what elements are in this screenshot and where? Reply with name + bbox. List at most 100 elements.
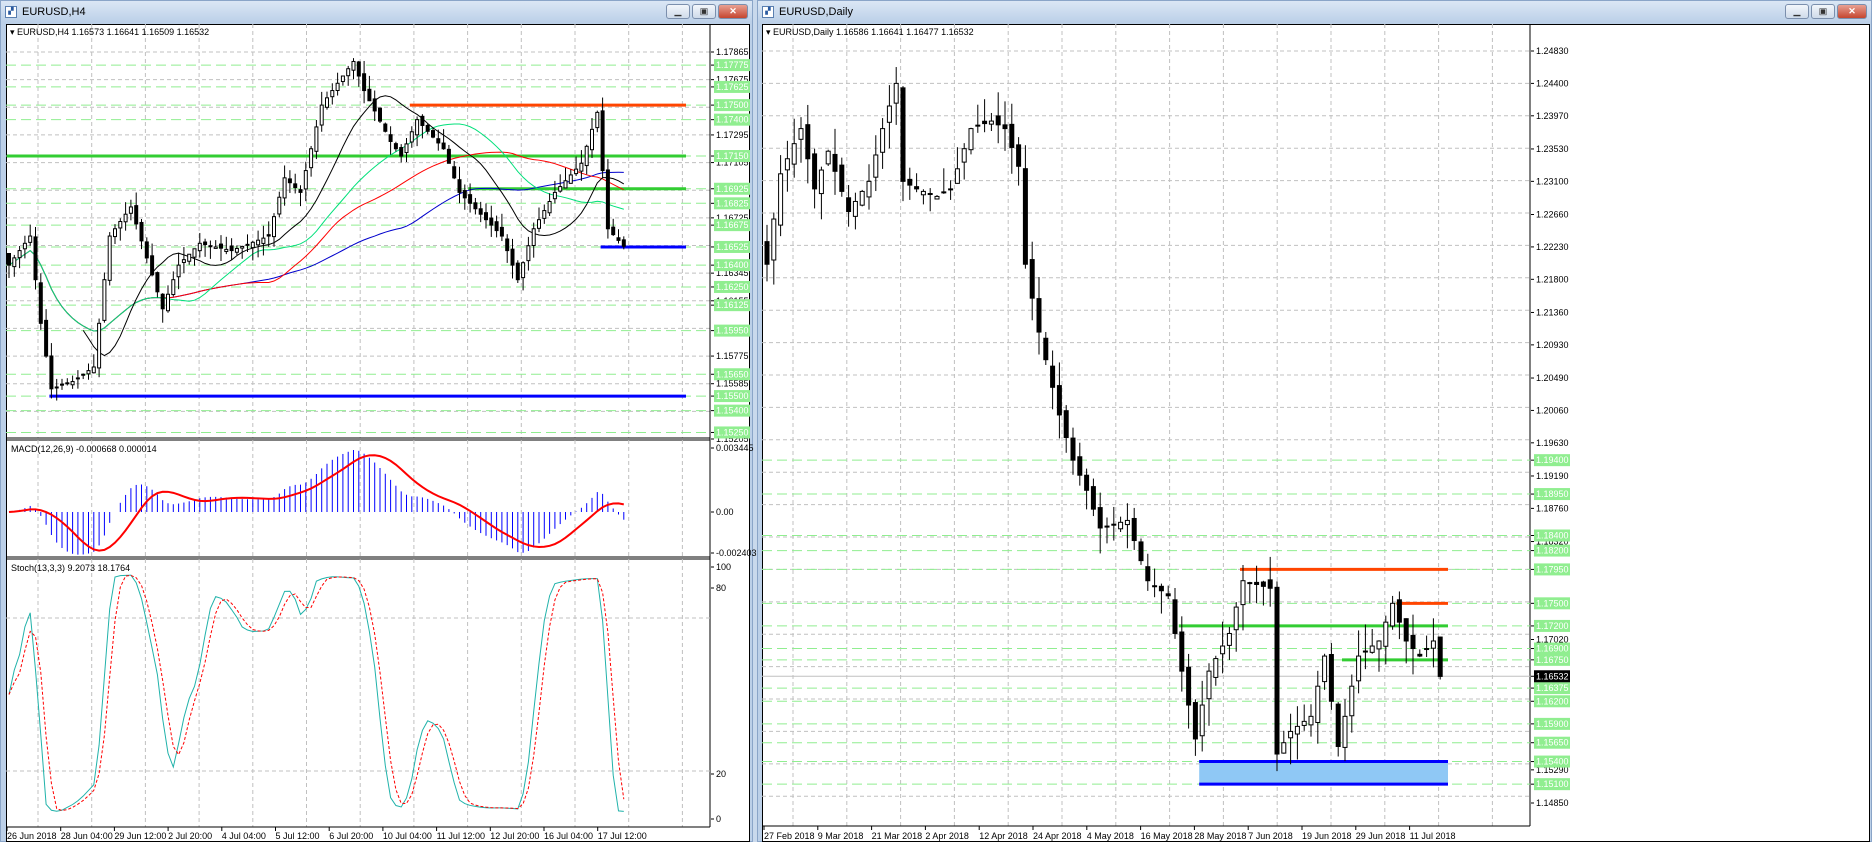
- h4-candle: [197, 242, 202, 252]
- h4-ohlc-text: EURUSD,H4 1.16573 1.16641 1.16509 1.1653…: [17, 27, 210, 37]
- h4-candle: [452, 166, 457, 179]
- level-label: 1.16125: [716, 300, 749, 310]
- h4-candle: [346, 68, 351, 77]
- daily-candle: [1240, 580, 1246, 606]
- h4-candle: [319, 104, 324, 126]
- macd-header: MACD(12,26,9) -0.000668 0.000014: [11, 444, 157, 454]
- price-label: 1.23100: [1536, 176, 1569, 186]
- h4-candle: [17, 250, 22, 259]
- h4-candle: [245, 243, 250, 246]
- daily-candle: [968, 128, 974, 151]
- h4-candle: [621, 239, 626, 247]
- time-label: 9 Mar 2018: [818, 831, 864, 841]
- stoch-axis-label: 80: [716, 583, 726, 593]
- daily-candle: [1322, 655, 1328, 683]
- level-label: 1.16900: [1536, 644, 1569, 654]
- h4-candle: [181, 259, 186, 263]
- h4-candle: [372, 98, 377, 112]
- time-label: 2 Jul 20:00: [168, 831, 212, 841]
- time-label: 27 Feb 2018: [764, 831, 815, 841]
- daily-candle: [914, 186, 920, 190]
- level-label: 1.15650: [716, 369, 749, 379]
- daily-candle: [1288, 730, 1294, 739]
- daily-candle: [832, 153, 838, 172]
- h4-candle: [558, 186, 563, 192]
- stoch-axis-label: 100: [716, 562, 731, 572]
- h4-candle: [351, 60, 356, 71]
- h4-candle: [579, 162, 584, 172]
- stoch-main-line: [8, 574, 624, 812]
- daily-ohlc-header: ▾ EURUSD,Daily 1.16586 1.16641 1.16477 1…: [766, 27, 974, 37]
- time-label: 29 Jun 12:00: [114, 831, 166, 841]
- h4-candle: [176, 264, 181, 278]
- level-label: 1.18400: [1536, 531, 1569, 541]
- h4-candle: [256, 239, 261, 246]
- daily-candle: [1056, 385, 1062, 416]
- h4-candle: [521, 262, 526, 279]
- time-label: 11 Jul 12:00: [437, 831, 485, 841]
- daily-candle: [961, 148, 967, 163]
- daily-candle: [886, 105, 892, 123]
- level-label: 1.15400: [716, 406, 749, 416]
- daily-candle: [1220, 645, 1226, 655]
- ma-red: [8, 151, 625, 332]
- time-label: 12 Jul 20:00: [490, 831, 539, 841]
- price-label: 1.23530: [1536, 144, 1569, 154]
- h4-candle: [494, 221, 499, 232]
- daily-candle: [798, 128, 804, 140]
- time-label: 2 Apr 2018: [925, 831, 969, 841]
- h4-candle: [28, 235, 33, 243]
- h4-candle: [261, 237, 266, 244]
- level-label: 1.17500: [716, 100, 749, 110]
- h4-candle: [600, 110, 605, 172]
- charts-canvas[interactable]: 1.178651.176751.172951.171051.167251.163…: [0, 0, 1872, 842]
- time-label: 4 May 2018: [1087, 831, 1134, 841]
- daily-candle: [859, 190, 865, 206]
- h4-candle: [128, 206, 133, 214]
- daily-candle: [1172, 599, 1178, 634]
- daily-candle: [1383, 621, 1389, 647]
- level-label: 1.16375: [1536, 683, 1569, 693]
- h4-candle: [22, 242, 27, 250]
- daily-candle: [1118, 521, 1124, 530]
- daily-candle: [1335, 703, 1341, 747]
- time-label: 21 Mar 2018: [872, 831, 923, 841]
- daily-candle: [900, 87, 906, 182]
- h4-candle: [515, 262, 520, 281]
- daily-candle: [1104, 525, 1110, 528]
- h4-candle: [229, 245, 234, 252]
- h4-candle: [547, 200, 552, 214]
- level-label: 1.18950: [1536, 489, 1569, 499]
- macd-axis-label: -0.002403: [716, 548, 757, 558]
- h4-candle: [97, 322, 102, 369]
- daily-candle: [1267, 579, 1273, 589]
- price-label: 1.20060: [1536, 405, 1569, 415]
- h4-candle: [542, 210, 547, 219]
- daily-candle: [1036, 298, 1042, 333]
- h4-candle: [462, 190, 467, 199]
- daily-candle: [1301, 720, 1307, 726]
- daily-candle: [1165, 593, 1171, 597]
- h4-candle: [38, 282, 43, 324]
- daily-candle: [988, 120, 994, 125]
- h4-candle: [240, 245, 245, 249]
- h4-candle: [552, 191, 557, 200]
- h4-candle: [102, 279, 107, 321]
- h4-candle: [505, 238, 510, 252]
- h4-candle: [60, 383, 64, 386]
- h4-candle: [314, 126, 319, 152]
- ma-black: [82, 95, 625, 357]
- price-label: 1.14850: [1536, 798, 1569, 808]
- daily-candle: [1417, 653, 1423, 657]
- time-label: 6 Jul 20:00: [329, 831, 373, 841]
- level-label: 1.17775: [716, 60, 749, 70]
- level-label: 1.16525: [716, 242, 749, 252]
- h4-candle: [7, 253, 11, 266]
- level-label: 1.17625: [716, 82, 749, 92]
- h4-candle: [234, 248, 239, 253]
- h4-candle: [49, 355, 54, 390]
- h4-candle: [107, 235, 112, 281]
- price-label: 1.20490: [1536, 373, 1569, 383]
- h4-candle: [303, 170, 308, 190]
- h4-candle: [213, 246, 218, 249]
